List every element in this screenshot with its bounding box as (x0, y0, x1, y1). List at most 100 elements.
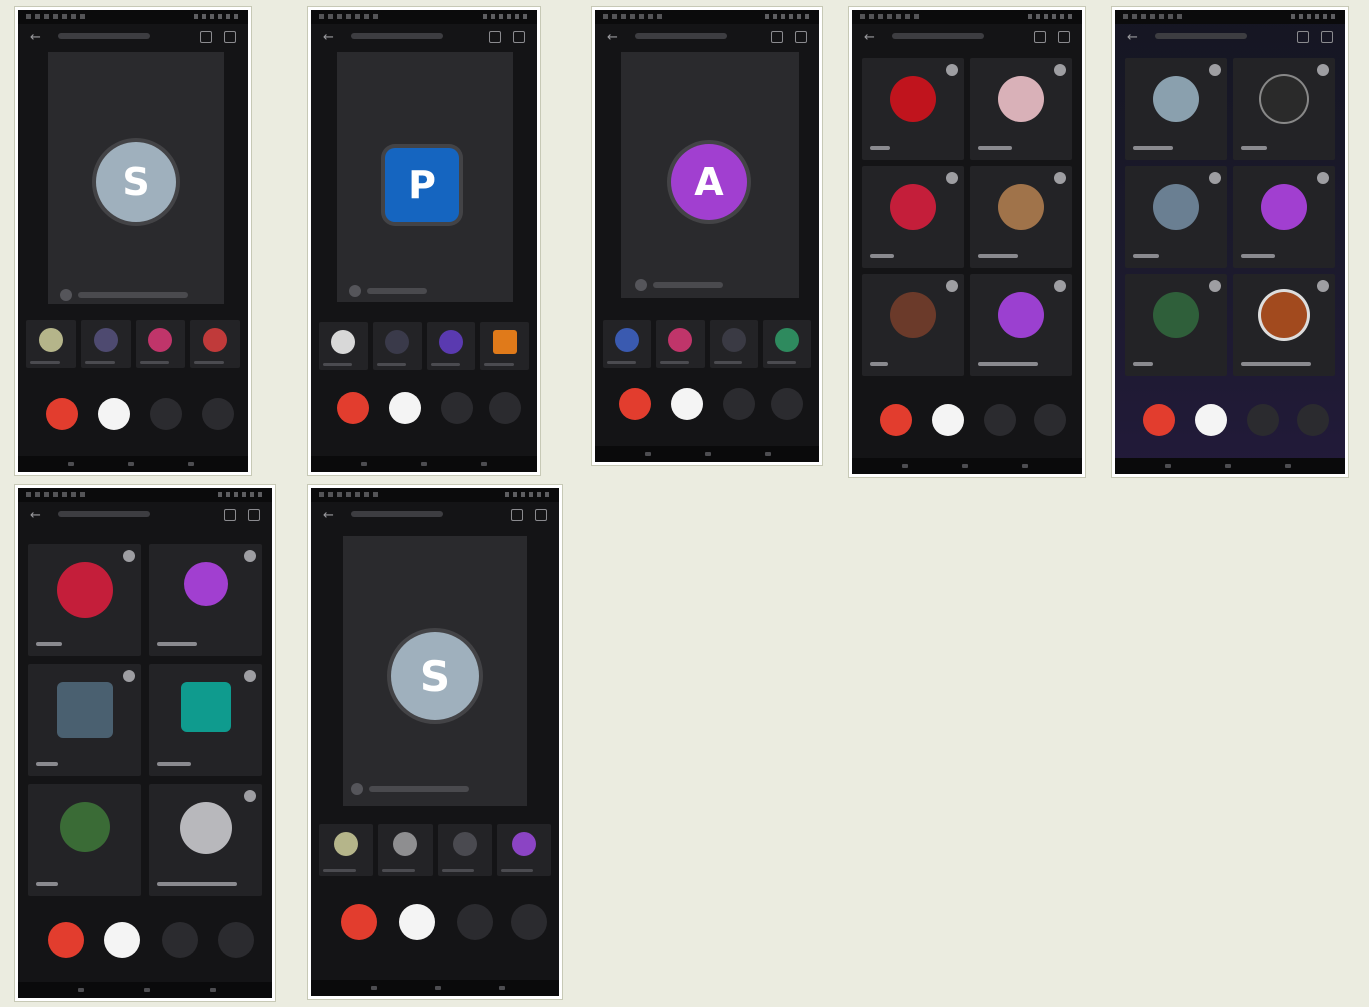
mic-button[interactable] (1247, 404, 1279, 436)
back-arrow-icon[interactable]: ← (30, 30, 41, 46)
participant-cell[interactable] (603, 320, 652, 368)
participant-tile[interactable] (28, 784, 141, 896)
pin-icon[interactable] (244, 550, 256, 562)
pin-icon[interactable] (946, 172, 958, 184)
back-arrow-icon[interactable]: ← (30, 508, 41, 524)
mic-button[interactable] (441, 392, 473, 424)
participant-tile[interactable] (862, 58, 964, 160)
pin-icon[interactable] (1317, 172, 1329, 184)
participant-tile[interactable] (1125, 58, 1227, 160)
participant-tile[interactable] (149, 544, 262, 656)
camera-button[interactable] (932, 404, 964, 436)
mic-button[interactable] (457, 904, 493, 940)
back-arrow-icon[interactable]: ← (1127, 30, 1138, 46)
pin-icon[interactable] (123, 550, 135, 562)
speaker-button[interactable] (771, 388, 803, 420)
participant-cell[interactable] (437, 824, 492, 876)
people-icon[interactable] (224, 31, 236, 43)
pin-icon[interactable] (946, 280, 958, 292)
camera-button[interactable] (1195, 404, 1227, 436)
participant-cell[interactable] (80, 320, 131, 368)
chat-icon[interactable] (1297, 31, 1309, 43)
mic-button[interactable] (984, 404, 1016, 436)
back-arrow-icon[interactable]: ← (323, 30, 334, 46)
participant-tile[interactable] (970, 274, 1072, 376)
camera-button[interactable] (98, 398, 130, 430)
participant-tile[interactable] (970, 166, 1072, 268)
pin-icon[interactable] (244, 670, 256, 682)
participant-cell[interactable] (319, 322, 368, 370)
people-icon[interactable] (1321, 31, 1333, 43)
speaker-button[interactable] (1034, 404, 1066, 436)
camera-button[interactable] (389, 392, 421, 424)
people-icon[interactable] (513, 31, 525, 43)
participant-cell[interactable] (496, 824, 551, 876)
hang-up-button[interactable] (337, 392, 369, 424)
hang-up-button[interactable] (1143, 404, 1175, 436)
mic-button[interactable] (162, 922, 198, 958)
pin-icon[interactable] (1317, 280, 1329, 292)
hang-up-button[interactable] (619, 388, 651, 420)
participant-tile[interactable] (28, 544, 141, 656)
people-icon[interactable] (535, 509, 547, 521)
mic-button[interactable] (150, 398, 182, 430)
pin-icon[interactable] (1209, 64, 1221, 76)
participant-cell[interactable] (190, 320, 240, 368)
speaker-button[interactable] (511, 904, 547, 940)
participant-tile[interactable] (1233, 274, 1335, 376)
participant-tile[interactable] (1125, 274, 1227, 376)
participant-tile[interactable] (1233, 58, 1335, 160)
participant-cell[interactable] (378, 824, 433, 876)
back-arrow-icon[interactable]: ← (323, 508, 334, 524)
chat-icon[interactable] (511, 509, 523, 521)
chat-icon[interactable] (489, 31, 501, 43)
participant-cell[interactable] (372, 322, 422, 370)
chat-icon[interactable] (200, 31, 212, 43)
participant-tile[interactable] (862, 166, 964, 268)
hang-up-button[interactable] (880, 404, 912, 436)
participant-tile[interactable] (1233, 166, 1335, 268)
pin-icon[interactable] (1209, 280, 1221, 292)
speaker-button[interactable] (489, 392, 521, 424)
hang-up-button[interactable] (46, 398, 78, 430)
camera-button[interactable] (671, 388, 703, 420)
back-arrow-icon[interactable]: ← (607, 30, 618, 46)
pin-icon[interactable] (1054, 172, 1066, 184)
pin-icon[interactable] (1054, 64, 1066, 76)
hang-up-button[interactable] (341, 904, 377, 940)
chat-icon[interactable] (1034, 31, 1046, 43)
camera-button[interactable] (104, 922, 140, 958)
pin-icon[interactable] (123, 670, 135, 682)
speaker-button[interactable] (218, 922, 254, 958)
pin-icon[interactable] (244, 790, 256, 802)
hang-up-button[interactable] (48, 922, 84, 958)
pin-icon[interactable] (1054, 280, 1066, 292)
participant-tile[interactable] (149, 784, 262, 896)
participant-tile[interactable] (862, 274, 964, 376)
chat-icon[interactable] (224, 509, 236, 521)
back-arrow-icon[interactable]: ← (864, 30, 875, 46)
participant-cell[interactable] (135, 320, 186, 368)
participant-cell[interactable] (709, 320, 758, 368)
chat-icon[interactable] (771, 31, 783, 43)
speaker-button[interactable] (202, 398, 234, 430)
pin-icon[interactable] (1209, 172, 1221, 184)
participant-cell[interactable] (319, 824, 374, 876)
people-icon[interactable] (1058, 31, 1070, 43)
participant-tile[interactable] (970, 58, 1072, 160)
people-icon[interactable] (795, 31, 807, 43)
participant-cell[interactable] (26, 320, 76, 368)
pin-icon[interactable] (1317, 64, 1329, 76)
participant-tile[interactable] (1125, 166, 1227, 268)
people-icon[interactable] (248, 509, 260, 521)
pin-icon[interactable] (946, 64, 958, 76)
participant-tile[interactable] (149, 664, 262, 776)
participant-cell[interactable] (426, 322, 476, 370)
speaker-button[interactable] (1297, 404, 1329, 436)
participant-cell[interactable] (656, 320, 705, 368)
participant-cell[interactable] (762, 320, 811, 368)
mic-button[interactable] (723, 388, 755, 420)
camera-button[interactable] (399, 904, 435, 940)
participant-tile[interactable] (28, 664, 141, 776)
participant-cell[interactable] (480, 322, 529, 370)
